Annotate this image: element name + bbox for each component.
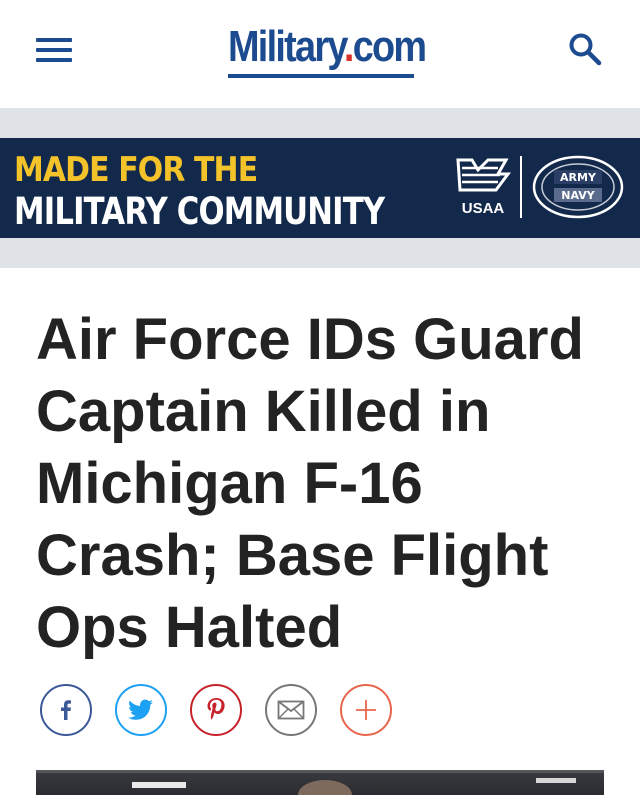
usaa-label: USAA xyxy=(461,200,505,217)
ad-spacer-top xyxy=(0,108,640,138)
article-hero-image xyxy=(36,770,604,795)
facebook-icon xyxy=(61,700,71,720)
email-share-button[interactable] xyxy=(265,684,317,736)
facebook-share-button[interactable] xyxy=(40,684,92,736)
site-logo[interactable]: Military.com xyxy=(228,22,427,78)
svg-text:ARMY: ARMY xyxy=(560,171,597,184)
usaa-logo: USAA xyxy=(452,156,514,220)
ad-spacer-bottom xyxy=(0,238,640,268)
search-icon[interactable] xyxy=(568,32,602,66)
pinterest-icon xyxy=(207,698,225,720)
share-buttons xyxy=(40,684,400,736)
plus-icon xyxy=(356,700,376,720)
article-headline: Air Force IDs Guard Captain Killed in Mi… xyxy=(36,307,584,660)
ad-line-1: MADE FOR THE xyxy=(14,150,258,190)
hamburger-menu-icon[interactable] xyxy=(36,38,72,62)
twitter-icon xyxy=(128,699,153,720)
envelope-icon xyxy=(277,700,305,720)
twitter-share-button[interactable] xyxy=(115,684,167,736)
ad-line-2: MILITARY COMMUNITY xyxy=(14,190,385,233)
site-header: Military.com xyxy=(0,0,640,108)
svg-text:NAVY: NAVY xyxy=(561,189,595,202)
pinterest-share-button[interactable] xyxy=(190,684,242,736)
more-share-button[interactable] xyxy=(340,684,392,736)
army-navy-badge: ARMY NAVY xyxy=(530,150,626,224)
ad-divider xyxy=(520,156,522,218)
